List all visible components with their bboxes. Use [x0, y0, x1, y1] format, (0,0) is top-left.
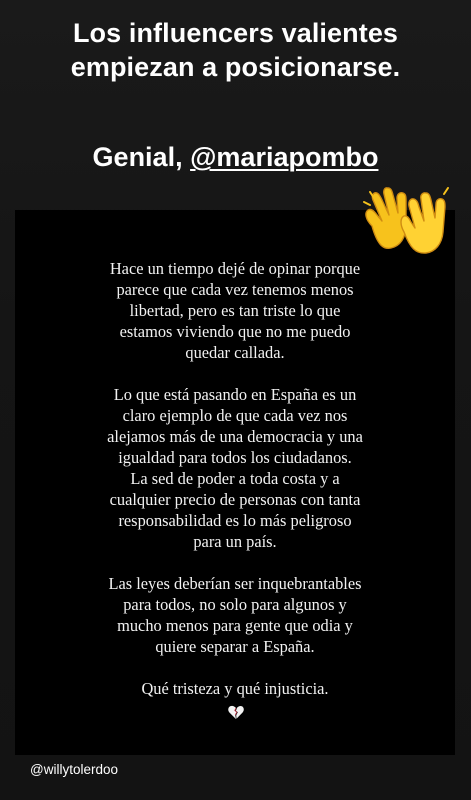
reposted-story-card: Hace un tiempo dejé de opinar porque par… — [15, 210, 455, 755]
story-headline: Los influencers valientes empiezan a pos… — [0, 16, 471, 84]
post-paragraph-3: Las leyes deberían ser inquebrantables p… — [15, 573, 455, 657]
post-paragraph-1: Hace un tiempo dejé de opinar porque par… — [15, 258, 455, 363]
post-line: para un país. — [193, 532, 277, 551]
post-line: estamos viviendo que no me puedo — [119, 322, 351, 341]
headline-line-1: Los influencers valientes — [72, 18, 399, 48]
post-line: mucho menos para gente que odia y — [117, 616, 353, 635]
post-line: Las leyes deberían ser inquebrantables — [108, 574, 362, 593]
instagram-story: Los influencers valientes empiezan a pos… — [0, 0, 471, 800]
post-line: igualdad para todos los ciudadanos. — [118, 448, 352, 467]
right-hand — [400, 192, 446, 254]
left-hand — [365, 187, 407, 250]
raising-hands-icon[interactable] — [360, 180, 452, 262]
post-line: cualquier precio de personas con tanta — [109, 490, 361, 509]
post-line: responsabilidad es lo más peligroso — [118, 511, 352, 530]
mention-tag[interactable]: @mariapombo — [190, 142, 378, 172]
post-line: libertad, pero es tan triste lo que — [129, 301, 341, 320]
post-line: parece que cada vez tenemos menos — [116, 280, 354, 299]
post-body: Hace un tiempo dejé de opinar porque par… — [15, 258, 455, 720]
post-paragraph-4: Qué tristeza y qué injusticia. — [15, 678, 455, 699]
post-line: alejamos más de una democracia y una — [107, 427, 363, 446]
credit-username[interactable]: @willytolerdoo — [30, 762, 118, 777]
post-line: claro ejemplo de que cada vez nos — [122, 406, 348, 425]
post-line: Qué tristeza y qué injusticia. — [141, 679, 329, 698]
mention-caption: Genial, @mariapombo — [0, 140, 471, 174]
post-line: quedar callada. — [185, 343, 285, 362]
post-paragraph-2: Lo que está pasando en España es un clar… — [15, 384, 455, 552]
headline-line-2: empiezan a posicionarse. — [70, 52, 401, 82]
mention-prefix: Genial, — [92, 142, 191, 172]
post-line: Lo que está pasando en España es un — [113, 385, 357, 404]
post-line: quiere separar a España. — [155, 637, 315, 656]
post-line: para todos, no solo para algunos y — [123, 595, 347, 614]
post-line: La sed de poder a toda costa y a — [130, 469, 340, 488]
broken-heart-icon — [228, 705, 244, 720]
